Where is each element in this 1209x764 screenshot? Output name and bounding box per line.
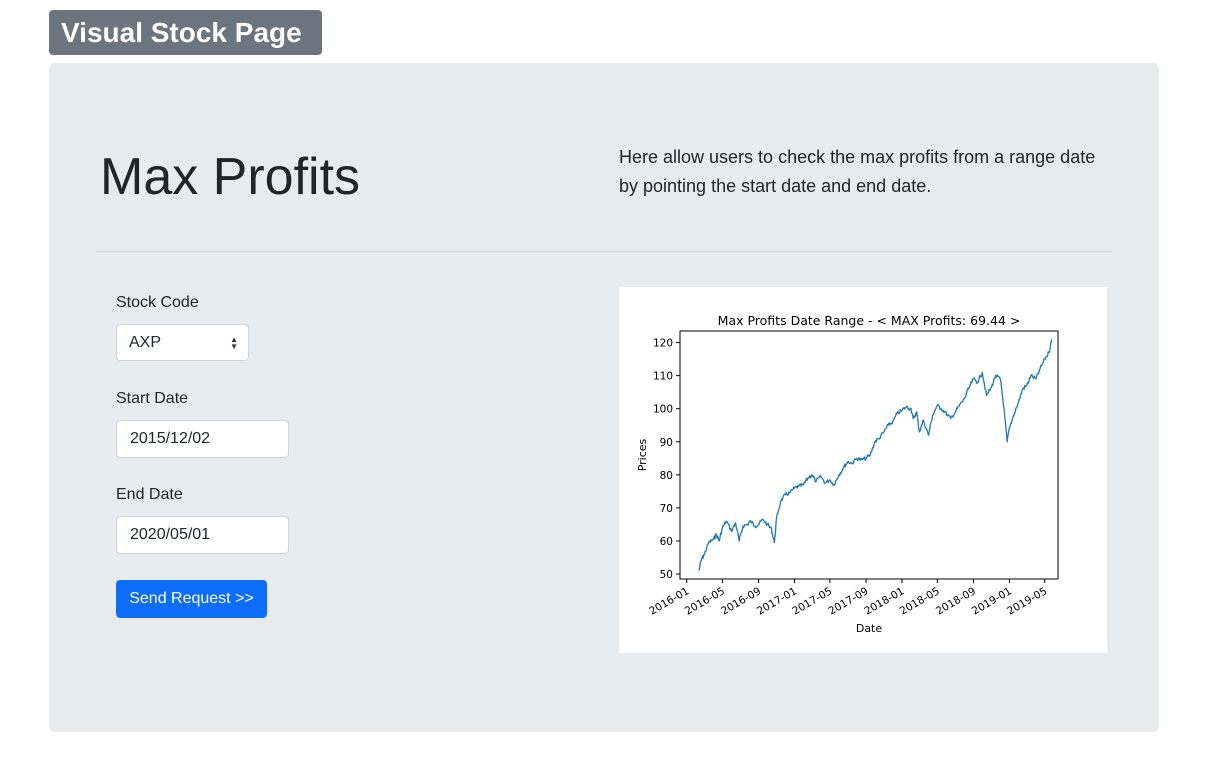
start-date-input[interactable]: 2015/12/02 [116, 420, 289, 458]
y-axis-label: Prices [636, 438, 649, 471]
y-tick-label: 60 [660, 536, 673, 548]
y-axis: 50 60 70 80 90 100 110 120 [653, 338, 680, 581]
x-axis: 2016-012016-052016-092017-012017-052017-… [647, 579, 1049, 618]
end-date-label: End Date [116, 486, 183, 503]
page-description: Here allow users to check the max profit… [619, 147, 1096, 196]
x-tick-label: 2017-05 [790, 585, 834, 617]
y-tick-label: 50 [660, 569, 673, 581]
stock-code-select[interactable]: AXP ▲ ▼ [116, 324, 249, 361]
y-tick-label: 90 [660, 437, 673, 449]
divider [96, 251, 1112, 252]
x-tick-label: 2016-05 [683, 585, 727, 617]
y-tick-label: 120 [653, 338, 673, 350]
end-date-input[interactable]: 2020/05/01 [116, 516, 289, 554]
x-tick-label: 2017-09 [827, 585, 871, 617]
navbar-brand[interactable]: Visual Stock Page [49, 10, 322, 55]
send-request-button[interactable]: Send Request >> [116, 580, 267, 618]
stock-code-value: AXP [129, 334, 162, 351]
up-down-chevron-icon: ▲ ▼ [230, 335, 238, 351]
jumbotron: Max Profits Here allow users to check th… [49, 63, 1159, 732]
chart-svg: Max Profits Date Range - < MAX Profits: … [636, 313, 1059, 635]
stock-code-label: Stock Code [116, 294, 199, 311]
y-tick-label: 70 [660, 503, 673, 515]
x-tick-label: 2018-05 [898, 585, 942, 617]
y-tick-label: 110 [653, 371, 673, 383]
y-tick-label: 100 [653, 404, 673, 416]
page-title: Max Profits [100, 148, 361, 206]
price-series-line [698, 339, 1053, 571]
start-date-label: Start Date [116, 390, 189, 407]
x-tick-label: 2019-05 [1005, 585, 1049, 617]
max-profits-chart: Max Profits Date Range - < MAX Profits: … [619, 287, 1107, 653]
x-tick-label: 2018-09 [934, 585, 978, 617]
x-axis-label: Date [856, 622, 883, 635]
chart-title: Max Profits Date Range - < MAX Profits: … [718, 313, 1021, 328]
x-tick-label: 2016-09 [719, 585, 763, 617]
x-tick-label: 2016-01 [647, 585, 691, 617]
y-tick-label: 80 [660, 470, 673, 482]
